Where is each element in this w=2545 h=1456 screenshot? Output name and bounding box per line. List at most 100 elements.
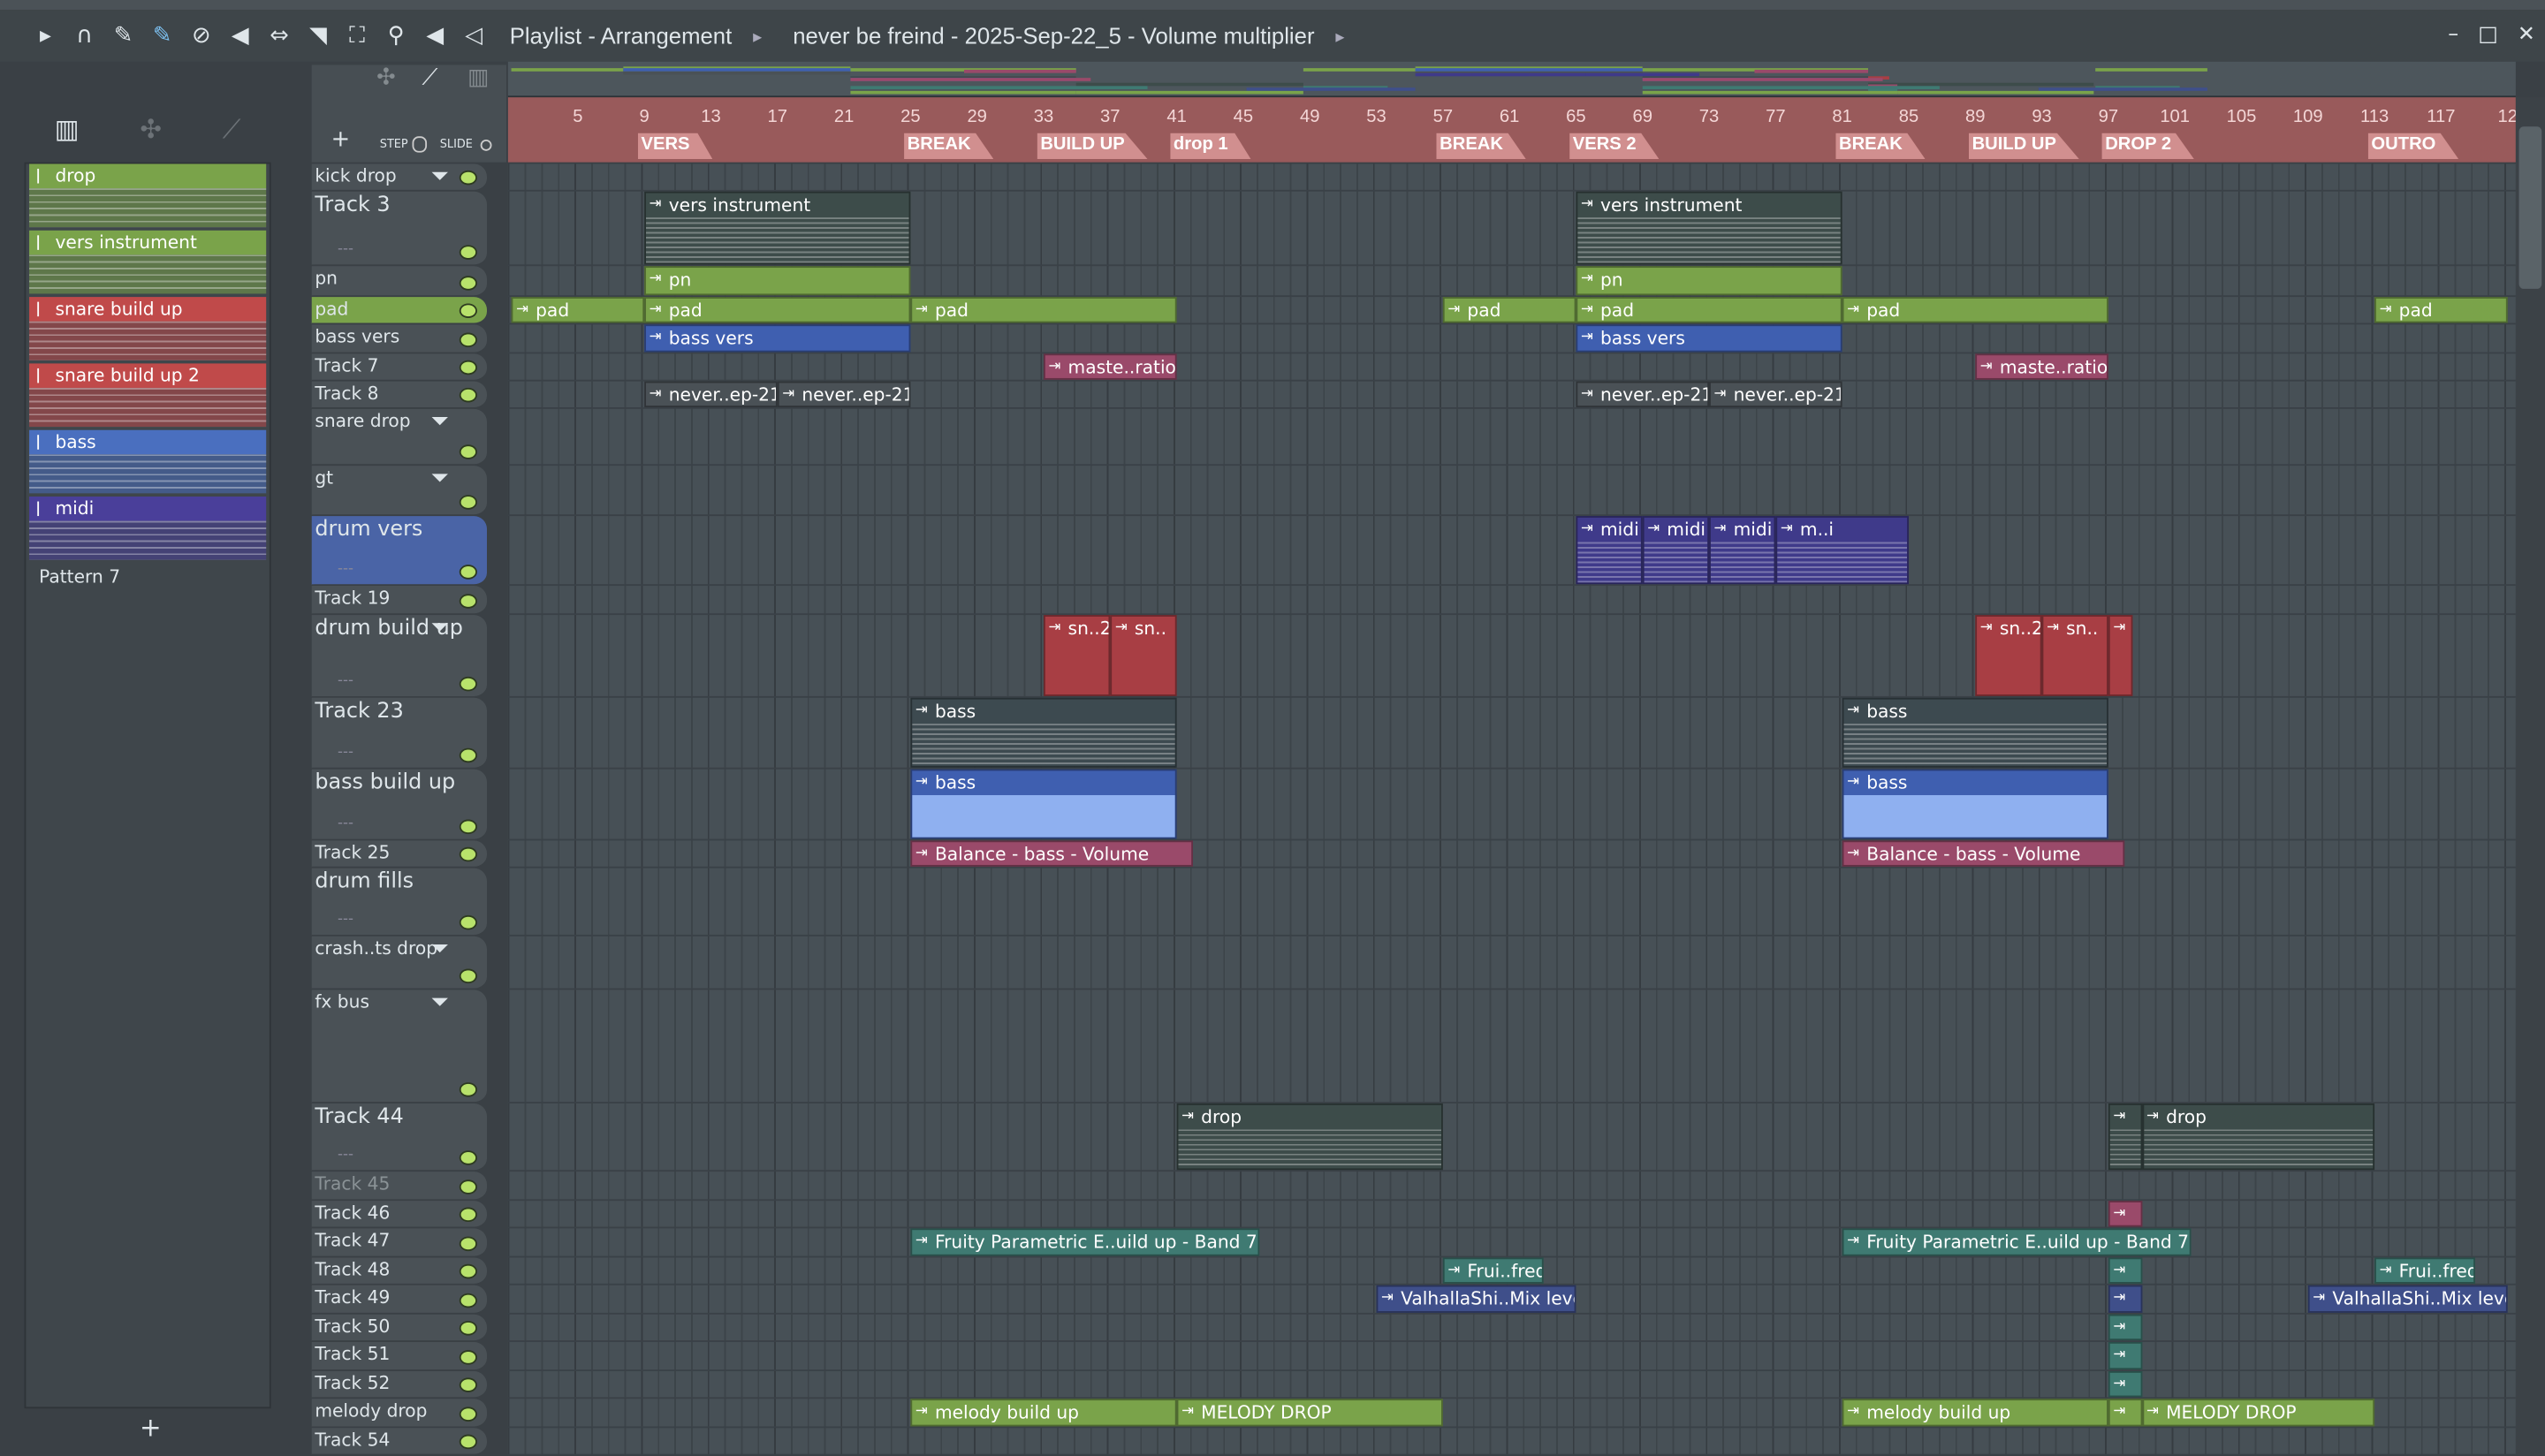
slice-icon[interactable]: ◥ bbox=[305, 23, 330, 49]
playlist-clip[interactable]: Balance - bass - Volume bbox=[1842, 840, 2125, 867]
playlist-clip[interactable]: bass bbox=[910, 769, 1177, 839]
track-mute-led[interactable] bbox=[459, 303, 477, 318]
playlist-clip[interactable]: m..i bbox=[1775, 516, 1909, 585]
time-marker[interactable]: BUILD UP bbox=[1037, 133, 1148, 159]
close-icon[interactable]: ✕ bbox=[2518, 23, 2535, 48]
playlist-clip[interactable]: sn.. bbox=[2041, 615, 2108, 696]
playlist-clip[interactable]: pn bbox=[644, 266, 911, 296]
pattern-item[interactable]: vers instrument bbox=[29, 230, 267, 297]
time-marker[interactable]: OUTRO bbox=[2367, 133, 2459, 159]
track-mute-led[interactable] bbox=[459, 914, 477, 930]
track-lane[interactable]: bass vers bass vers bbox=[507, 324, 2516, 354]
playlist-clip[interactable]: Balance - bass - Volume bbox=[910, 840, 1194, 867]
track-mute-led[interactable] bbox=[459, 332, 477, 348]
track-header[interactable]: bass vers bbox=[311, 324, 488, 354]
playlist-clip[interactable] bbox=[2108, 1399, 2142, 1427]
track-lane[interactable]: Balance - bass - Volume Balance - bass - … bbox=[507, 840, 2516, 868]
maximize-icon[interactable]: □ bbox=[2478, 23, 2498, 48]
track-lane[interactable] bbox=[507, 1428, 2516, 1456]
speaker-icon[interactable]: ◁ bbox=[461, 23, 487, 49]
delete-icon[interactable]: ⊘ bbox=[188, 23, 214, 49]
track-lane[interactable]: vers instrument vers instrument bbox=[507, 191, 2516, 267]
track-header[interactable]: drum fills --- bbox=[311, 868, 488, 937]
track-mute-led[interactable] bbox=[459, 1263, 477, 1279]
automation-icon[interactable]: ⟋ bbox=[422, 64, 438, 90]
track-lane[interactable]: Fruity Parametric E..uild up - Band 7 fr… bbox=[507, 1228, 2516, 1258]
playlist-clip[interactable]: bass bbox=[1842, 697, 2108, 768]
track-lane[interactable] bbox=[507, 1371, 2516, 1399]
pattern-item[interactable]: snare build up 2 bbox=[29, 363, 267, 429]
track-lane[interactable] bbox=[507, 164, 2516, 192]
track-lane[interactable]: never..ep-21 never..ep-21 never..ep-21 neve… bbox=[507, 381, 2516, 409]
time-marker[interactable]: BREAK bbox=[1835, 133, 1926, 159]
pattern-item[interactable]: midi bbox=[29, 497, 267, 563]
playlist-clip[interactable]: never..ep-21 bbox=[644, 381, 778, 408]
playlist-grid[interactable]: vers instrumentvers instrumentpnpnpadpad… bbox=[507, 163, 2516, 1456]
track-mute-led[interactable] bbox=[459, 968, 477, 984]
track-lane[interactable]: pad pad pad pad pad pad pad bbox=[507, 297, 2516, 325]
track-mute-led[interactable] bbox=[459, 1236, 477, 1252]
track-header[interactable]: Track 51 bbox=[311, 1341, 488, 1372]
track-mute-led[interactable] bbox=[459, 1150, 477, 1165]
track-header[interactable]: pn bbox=[311, 266, 488, 298]
track-lane[interactable]: pn pn bbox=[507, 266, 2516, 298]
track-lane[interactable] bbox=[507, 1314, 2516, 1342]
dropdown-arrow-icon[interactable] bbox=[431, 997, 448, 1006]
playlist-clip[interactable]: sn.. bbox=[1110, 615, 1177, 696]
track-lane[interactable]: maste..ration maste..ration bbox=[507, 353, 2516, 382]
track-mute-led[interactable] bbox=[459, 819, 477, 835]
track-header[interactable]: Track 49 bbox=[311, 1285, 488, 1315]
track-lane[interactable] bbox=[507, 937, 2516, 990]
track-mute-led[interactable] bbox=[459, 444, 477, 459]
track-header[interactable]: drum vers --- bbox=[311, 516, 488, 587]
zoom-icon[interactable]: ⚲ bbox=[383, 23, 408, 49]
track-header[interactable]: Track 23 --- bbox=[311, 697, 488, 770]
track-lane[interactable] bbox=[507, 1172, 2516, 1202]
playlist-clip[interactable]: pad bbox=[1842, 297, 2108, 323]
time-marker[interactable]: VERS bbox=[637, 133, 713, 159]
dropdown-arrow-icon[interactable] bbox=[431, 474, 448, 482]
piano-icon[interactable]: ▥ bbox=[467, 64, 489, 90]
pattern-item[interactable]: bass bbox=[29, 429, 267, 497]
playlist-clip[interactable]: pad bbox=[511, 297, 645, 323]
playlist-clip[interactable]: sn..2 bbox=[1975, 615, 2042, 696]
playlist-clip[interactable]: ValhallaShi..Mix level bbox=[1376, 1285, 1576, 1313]
playlist-clip[interactable]: sn..2 bbox=[1043, 615, 1111, 696]
timeline-ruler[interactable]: 5 9 13 17 21 25 29 33 37 41 45 49 53 57 61 65 69 73 77 81 85… bbox=[507, 97, 2516, 163]
playlist-clip[interactable]: maste..ration bbox=[1975, 353, 2108, 380]
arrangement-overview[interactable] bbox=[507, 61, 2516, 98]
audio-wave-icon[interactable]: ✣ bbox=[376, 64, 396, 90]
track-lane[interactable]: sn..2sn..sn..2sn.. bbox=[507, 615, 2516, 698]
track-header[interactable]: bass build up --- bbox=[311, 769, 488, 841]
track-header[interactable]: Track 7 bbox=[311, 353, 488, 382]
track-header[interactable]: kick drop bbox=[311, 163, 488, 192]
track-mute-led[interactable] bbox=[459, 245, 477, 260]
track-lane[interactable] bbox=[507, 586, 2516, 616]
track-lane[interactable]: melody build up MELODY DROP melody build u… bbox=[507, 1399, 2516, 1429]
playlist-clip[interactable]: pad bbox=[2374, 297, 2508, 323]
track-mute-led[interactable] bbox=[459, 1321, 477, 1336]
playlist-clip[interactable]: pad bbox=[910, 297, 1177, 323]
track-lane[interactable] bbox=[507, 990, 2516, 1103]
playlist-clip[interactable] bbox=[2108, 1285, 2142, 1313]
track-header[interactable]: Track 19 bbox=[311, 586, 488, 616]
track-header[interactable]: Track 8 bbox=[311, 381, 488, 409]
time-marker[interactable]: drop 1 bbox=[1170, 133, 1251, 159]
playlist-clip[interactable]: drop bbox=[1176, 1103, 1443, 1171]
playlist-clip[interactable]: midi bbox=[1709, 516, 1776, 585]
track-header[interactable]: Track 47 bbox=[311, 1228, 488, 1258]
track-mute-led[interactable] bbox=[459, 1434, 477, 1450]
playlist-clip[interactable]: Frui..freq bbox=[2374, 1257, 2475, 1284]
magnet-icon[interactable]: ∩ bbox=[72, 23, 97, 49]
playlist-clip[interactable]: Fruity Parametric E..uild up - Band 7 fr… bbox=[1842, 1228, 2192, 1256]
playlist-clip[interactable]: melody build up bbox=[910, 1399, 1177, 1427]
track-mute-led[interactable] bbox=[459, 1350, 477, 1365]
playlist-clip[interactable]: vers instrument bbox=[1576, 191, 1842, 265]
playlist-clip[interactable]: ValhallaShi..Mix level bbox=[2307, 1285, 2508, 1313]
track-mute-led[interactable] bbox=[459, 387, 477, 403]
track-mute-led[interactable] bbox=[459, 1179, 477, 1194]
playlist-clip[interactable]: pn bbox=[1576, 266, 1842, 296]
track-header[interactable]: Track 3 --- bbox=[311, 191, 488, 267]
time-marker[interactable]: BREAK bbox=[904, 133, 994, 159]
add-track-button[interactable]: + bbox=[331, 126, 351, 152]
